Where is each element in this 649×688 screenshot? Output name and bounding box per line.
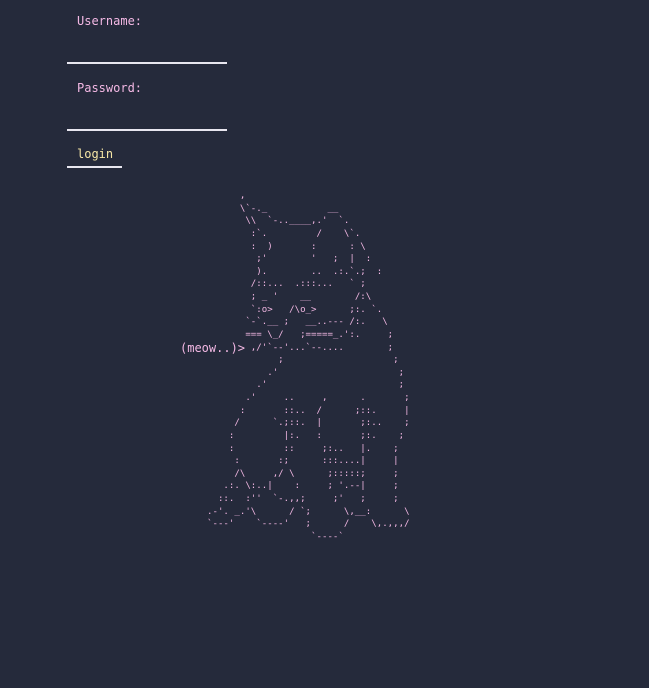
ascii-cat-art: , \`-._ __ \\ `-..____,.' `. :`. / \`. :…: [207, 191, 410, 542]
login-button[interactable]: login: [67, 141, 122, 168]
username-label: Username:: [77, 14, 143, 28]
password-label: Password:: [77, 81, 143, 95]
password-input[interactable]: [67, 111, 227, 131]
username-input[interactable]: [67, 44, 227, 64]
